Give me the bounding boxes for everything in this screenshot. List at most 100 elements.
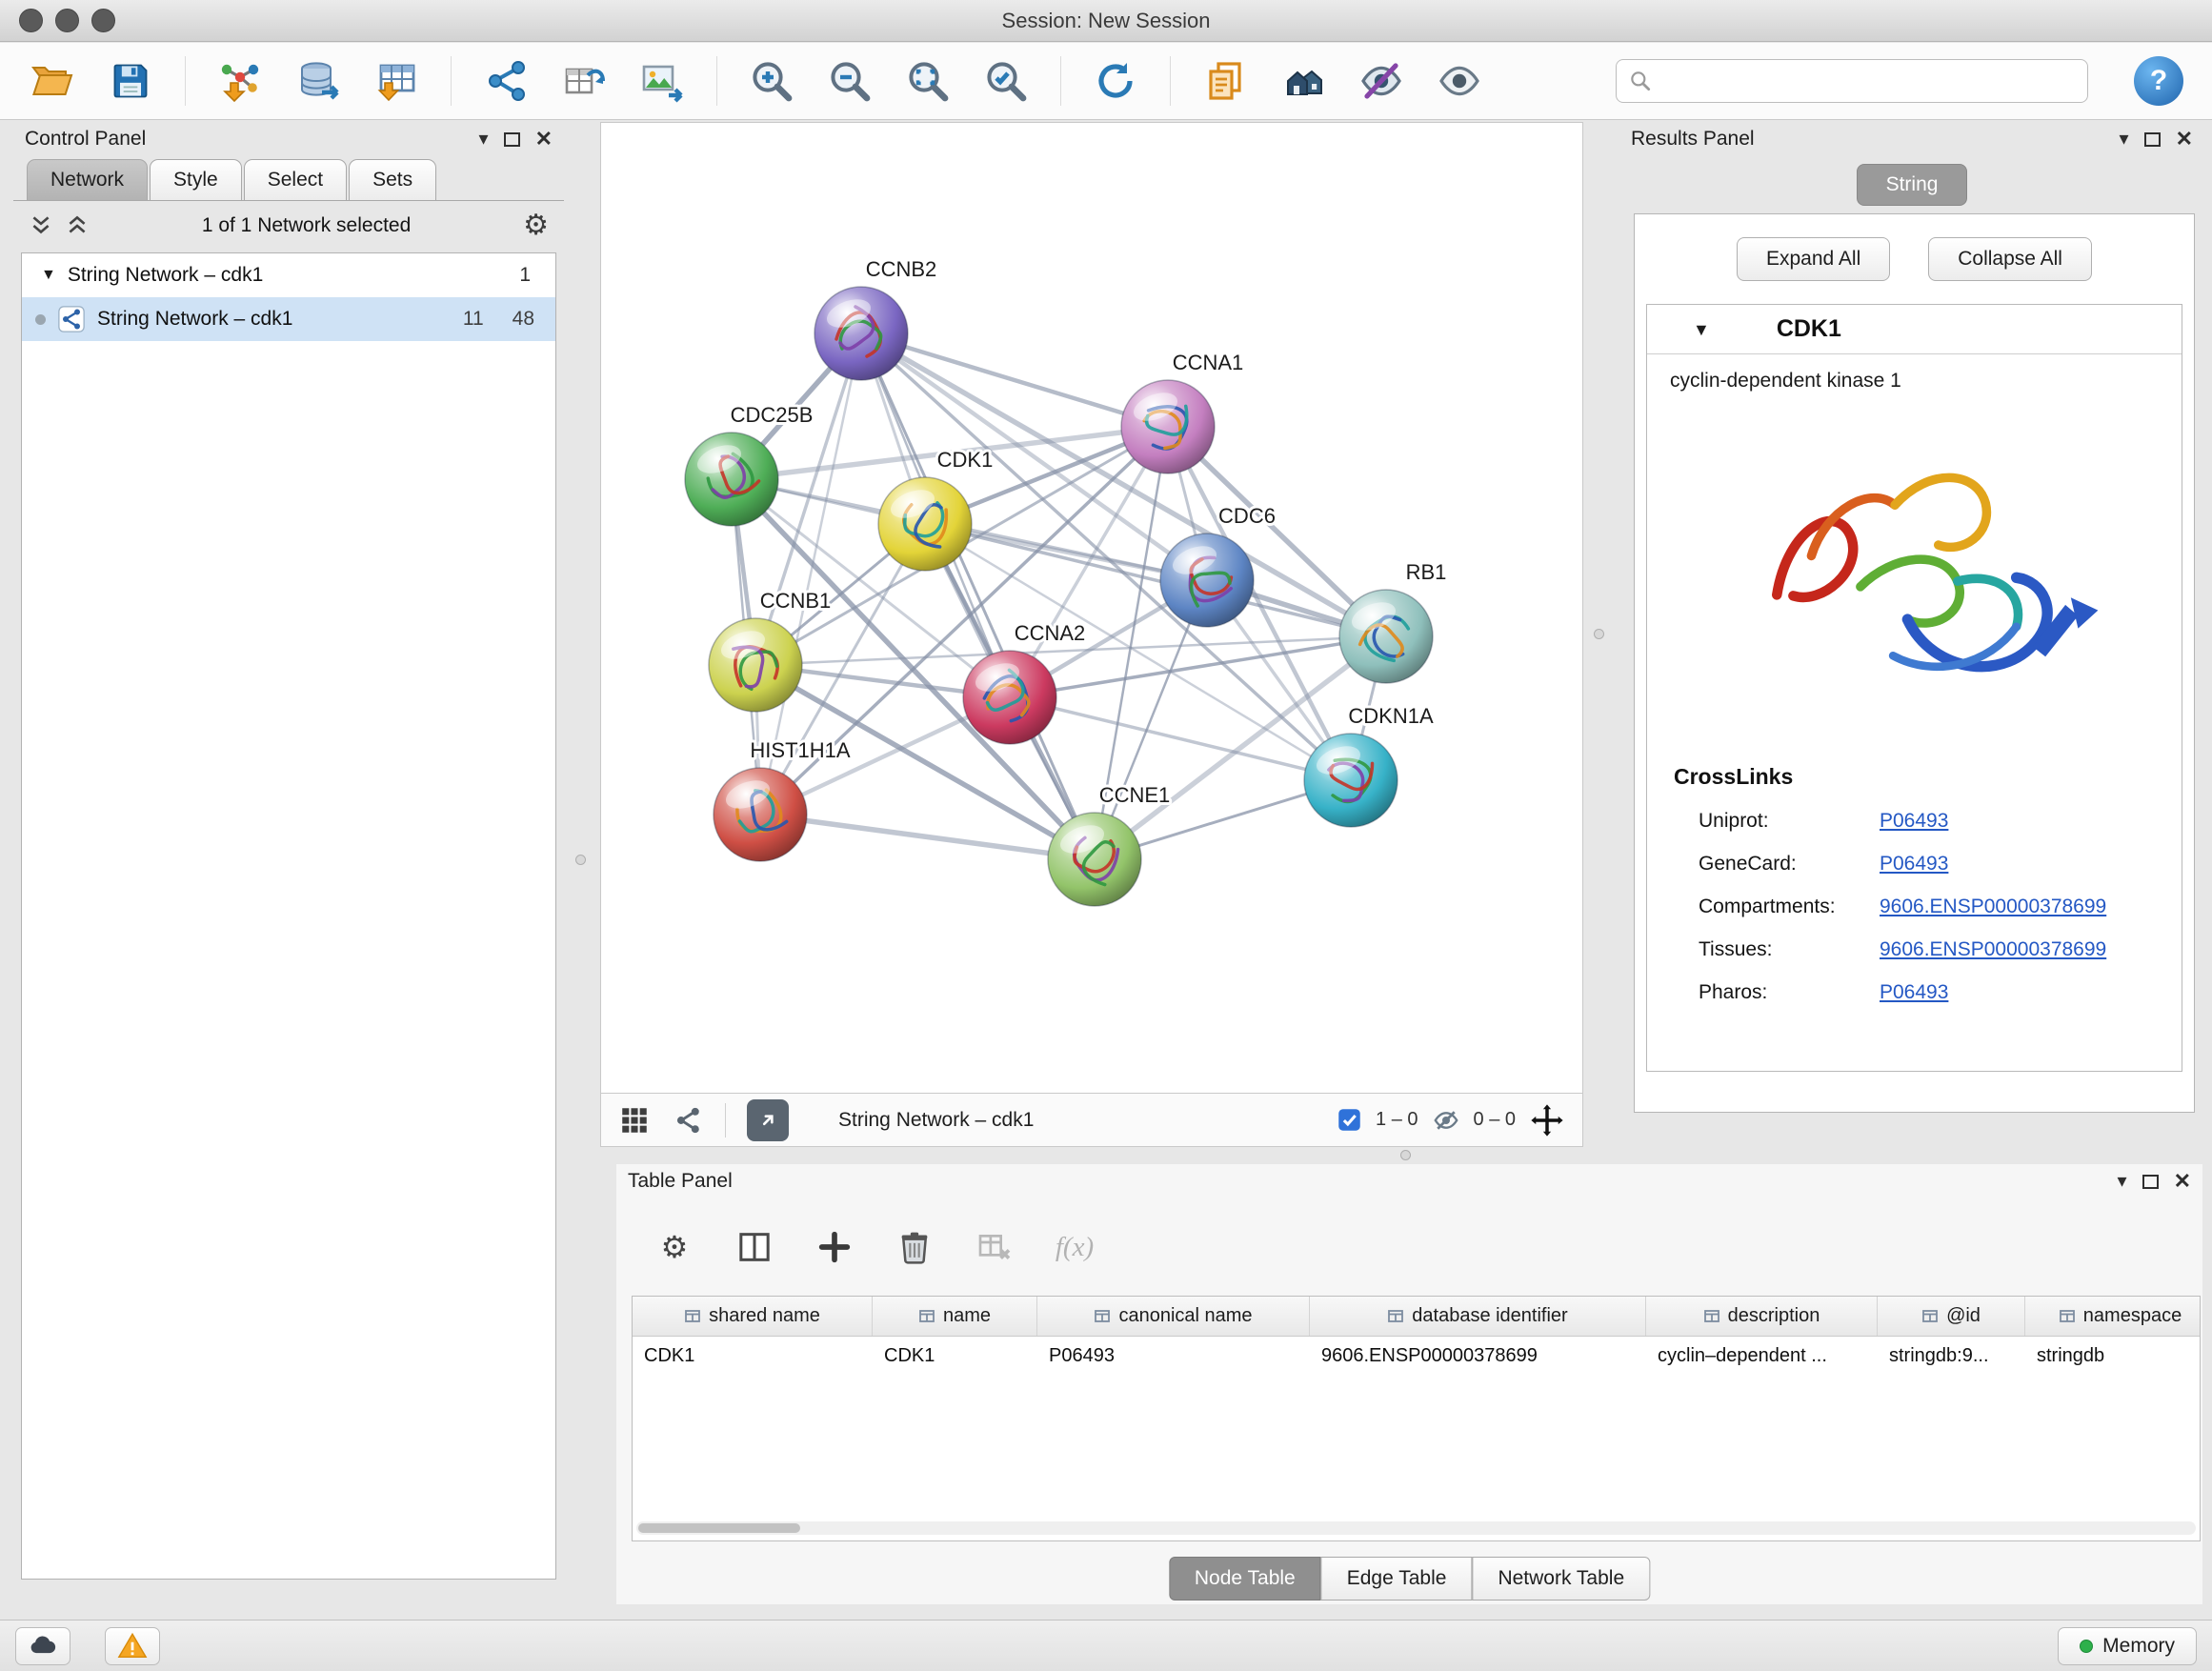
pan-crosshair-icon[interactable]	[1529, 1102, 1565, 1138]
crosslink-link[interactable]: P06493	[1880, 981, 1948, 1004]
home-view-button[interactable]	[1276, 53, 1331, 109]
tab-style[interactable]: Style	[150, 159, 242, 200]
network-node[interactable]	[814, 287, 908, 380]
table-tab-network-table[interactable]: Network Table	[1472, 1557, 1650, 1601]
search-input[interactable]	[1660, 70, 2076, 92]
control-panel-close-icon[interactable]: ✕	[535, 129, 553, 150]
show-columns-icon[interactable]	[733, 1225, 776, 1269]
refresh-button[interactable]	[1088, 53, 1143, 109]
tab-select[interactable]: Select	[244, 159, 347, 200]
network-node[interactable]	[1339, 590, 1433, 683]
hide-selected-button[interactable]	[1354, 53, 1409, 109]
column-header-namespace[interactable]: namespace	[2025, 1297, 2201, 1336]
column-header--id[interactable]: @id	[1878, 1297, 2025, 1336]
table-panel-float-icon[interactable]	[2142, 1175, 2159, 1189]
tab-sets[interactable]: Sets	[349, 159, 436, 200]
delete-table-icon[interactable]	[973, 1225, 1016, 1269]
network-node[interactable]	[963, 651, 1056, 744]
table-cell[interactable]: cyclin–dependent ...	[1646, 1337, 1878, 1377]
minimize-window-button[interactable]	[55, 9, 79, 32]
help-button[interactable]: ?	[2134, 56, 2183, 106]
left-splitter-handle[interactable]	[575, 855, 586, 865]
crosslink-link[interactable]: 9606.ENSP00000378699	[1880, 938, 2106, 961]
table-data-row[interactable]: CDK1CDK1P064939606.ENSP00000378699cyclin…	[633, 1337, 2200, 1377]
network-edge[interactable]	[861, 333, 1168, 427]
tab-string[interactable]: String	[1857, 164, 1968, 206]
network-row[interactable]: String Network – cdk1 11 48	[22, 297, 555, 341]
birds-eye-view-icon[interactable]	[618, 1104, 651, 1137]
network-edge[interactable]	[925, 524, 1386, 636]
network-graph[interactable]: CCNB2CCNA1CDC25BCDK1CDC6RB1CCNB1CCNA2CDK…	[601, 123, 1582, 1093]
zoom-in-button[interactable]	[744, 53, 799, 109]
results-panel-close-icon[interactable]: ✕	[2176, 129, 2193, 150]
results-panel-collapse-icon[interactable]: ▾	[2120, 130, 2129, 149]
column-header-database-identifier[interactable]: database identifier	[1310, 1297, 1646, 1336]
column-header-shared-name[interactable]: shared name	[633, 1297, 873, 1336]
network-canvas[interactable]: CCNB2CCNA1CDC25BCDK1CDC6RB1CCNB1CCNA2CDK…	[600, 122, 1583, 1094]
close-window-button[interactable]	[19, 9, 43, 32]
export-network-button[interactable]	[747, 1099, 789, 1141]
tab-network[interactable]: Network	[27, 159, 148, 200]
network-node[interactable]	[878, 477, 972, 571]
column-header-description[interactable]: description	[1646, 1297, 1878, 1336]
network-node[interactable]	[714, 768, 807, 861]
memory-button[interactable]: Memory	[2058, 1627, 2197, 1665]
network-node[interactable]	[685, 433, 778, 526]
table-cell[interactable]: CDK1	[633, 1337, 873, 1377]
table-cell[interactable]: CDK1	[873, 1337, 1037, 1377]
network-node[interactable]	[1160, 534, 1254, 627]
section-collapse-icon[interactable]: ▼	[1693, 321, 1710, 338]
bottom-splitter-handle[interactable]	[1400, 1150, 1411, 1160]
table-settings-gear-icon[interactable]: ⚙	[653, 1225, 696, 1269]
search-box[interactable]	[1616, 59, 2088, 103]
import-network-file-button[interactable]	[212, 53, 268, 109]
save-session-button[interactable]	[103, 53, 158, 109]
network-node[interactable]	[1048, 813, 1141, 906]
table-cell[interactable]: 9606.ENSP00000378699	[1310, 1337, 1646, 1377]
table-cell[interactable]: P06493	[1037, 1337, 1310, 1377]
import-table-button[interactable]	[369, 53, 424, 109]
network-node[interactable]	[709, 618, 802, 712]
table-panel-close-icon[interactable]: ✕	[2174, 1171, 2191, 1192]
warnings-button[interactable]	[105, 1627, 160, 1665]
table-cell[interactable]: stringdb:9...	[1878, 1337, 2025, 1377]
cloud-button[interactable]	[15, 1627, 70, 1665]
network-from-table-button[interactable]	[556, 53, 612, 109]
crosslink-link[interactable]: P06493	[1880, 853, 1948, 876]
scrollbar-thumb[interactable]	[638, 1523, 800, 1533]
open-session-button[interactable]	[25, 53, 80, 109]
zoom-window-button[interactable]	[91, 9, 115, 32]
zoom-selected-button[interactable]	[978, 53, 1034, 109]
control-panel-float-icon[interactable]	[504, 132, 520, 147]
show-all-button[interactable]	[1432, 53, 1487, 109]
control-panel-collapse-icon[interactable]: ▾	[479, 130, 489, 149]
expand-all-networks-icon[interactable]	[65, 213, 90, 238]
zoom-fit-button[interactable]	[900, 53, 955, 109]
results-panel-float-icon[interactable]	[2144, 132, 2161, 147]
new-network-button[interactable]	[478, 53, 533, 109]
hidden-eye-icon[interactable]	[1432, 1106, 1460, 1135]
network-node[interactable]	[1304, 734, 1398, 827]
horizontal-scrollbar[interactable]	[636, 1521, 2196, 1535]
crosslink-link[interactable]: 9606.ENSP00000378699	[1880, 896, 2106, 918]
expander-icon[interactable]: ▼	[41, 268, 56, 283]
annotation-copy-button[interactable]	[1197, 53, 1253, 109]
gear-icon[interactable]: ⚙	[523, 211, 549, 240]
export-image-button[interactable]	[634, 53, 690, 109]
table-tab-edge-table[interactable]: Edge Table	[1321, 1557, 1473, 1601]
zoom-out-button[interactable]	[822, 53, 877, 109]
network-edge[interactable]	[760, 815, 1095, 859]
crosslink-link[interactable]: P06493	[1880, 810, 1948, 833]
collapse-all-networks-icon[interactable]	[29, 213, 53, 238]
add-column-icon[interactable]	[813, 1225, 856, 1269]
table-cell[interactable]: stringdb	[2025, 1337, 2201, 1377]
column-header-name[interactable]: name	[873, 1297, 1037, 1336]
network-share-icon[interactable]	[672, 1104, 704, 1137]
network-collection-row[interactable]: ▼ String Network – cdk1 1	[22, 253, 555, 297]
selected-checkbox-icon[interactable]	[1337, 1107, 1362, 1133]
table-tab-node-table[interactable]: Node Table	[1169, 1557, 1321, 1601]
section-header[interactable]: ▼ CDK1	[1647, 305, 2182, 354]
network-edge[interactable]	[861, 333, 1095, 859]
function-builder-icon[interactable]: f(x)	[1053, 1225, 1096, 1269]
import-network-database-button[interactable]	[291, 53, 346, 109]
